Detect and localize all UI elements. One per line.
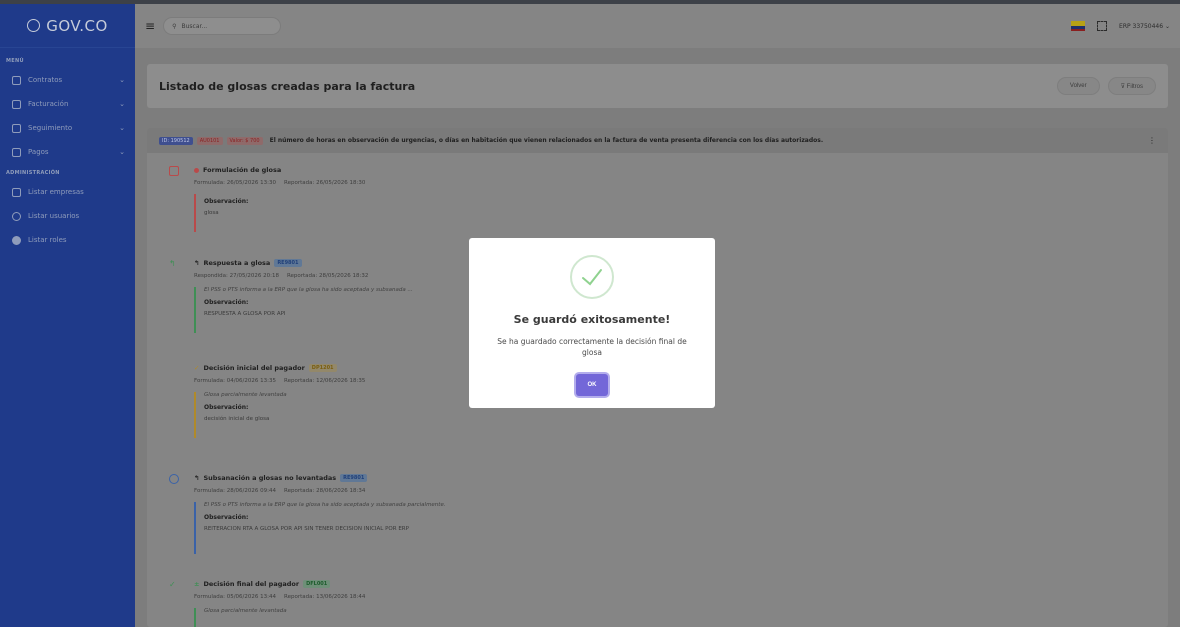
more-options-icon[interactable]: ⋮	[1148, 136, 1156, 145]
reply-icon: ↰	[194, 474, 200, 482]
chevron-down-icon: ⌄	[119, 148, 125, 156]
entry-badge: RE9801	[274, 259, 302, 267]
sidebar-item-label: Contratos	[28, 76, 63, 84]
observation-label: Observación:	[204, 514, 249, 521]
search-input[interactable]: ⚲ Buscar...	[163, 17, 282, 35]
observation-text: decisión inicial de glosa	[204, 416, 270, 422]
sidebar-item-listar-usuarios[interactable]: Listar usuarios	[0, 204, 135, 228]
formulated-date: Formulada: 05/06/2026 13:44	[194, 594, 277, 600]
building-icon	[12, 99, 21, 109]
sidebar-item-listar-roles[interactable]: Listar roles	[0, 228, 135, 252]
success-dialog: Se guardó exitosamente! Se ha guardado c…	[469, 238, 715, 408]
sidebar-item-facturacion[interactable]: Facturación ⌄	[0, 92, 135, 116]
sidebar-item-label: Listar empresas	[28, 188, 84, 196]
reported-date: Reportada: 28/06/2026 18:34	[284, 488, 366, 494]
sidebar-item-label: Listar usuarios	[28, 212, 80, 220]
reported-date: Reportada: 13/06/2026 18:44	[284, 594, 366, 600]
success-check-icon	[570, 255, 614, 299]
company-icon	[12, 187, 21, 197]
logo-text: GOV.CO	[46, 16, 108, 35]
responded-date: Respondida: 27/05/2026 20:18	[194, 273, 279, 279]
document-icon	[169, 166, 179, 176]
sidebar-item-pagos[interactable]: Pagos ⌄	[0, 140, 135, 164]
entry-badge: RE9801	[340, 474, 368, 482]
building-icon	[12, 147, 21, 157]
search-placeholder: Buscar...	[181, 22, 208, 30]
formulated-date: Formulada: 28/06/2026 09:44	[194, 488, 277, 494]
observation-label: Observación:	[204, 198, 249, 205]
entry-title: Decisión final del pagador	[203, 580, 300, 588]
decision-icon: ±	[194, 580, 200, 588]
sidebar-item-contratos[interactable]: Contratos ⌄	[0, 68, 135, 92]
sidebar-item-seguimiento[interactable]: Seguimiento ⌄	[0, 116, 135, 140]
observation-text: REITERACION RTA A GLOSA POR API SIN TENE…	[204, 526, 409, 532]
observation-block: Observación: glosa	[194, 194, 694, 232]
fullscreen-icon[interactable]	[1097, 21, 1108, 31]
sidebar-item-label: Listar roles	[28, 236, 67, 244]
entry-badge: DP1201	[308, 364, 337, 372]
reply-icon: ↰	[169, 259, 176, 268]
top-header: ≡ ⚲ Buscar... ERP 33750446 ⌄	[135, 4, 1180, 48]
entry-badge: DFL001	[303, 580, 331, 588]
check-circle-icon	[169, 474, 179, 484]
entry-title: Subsanación a glosas no levantadas	[203, 474, 337, 482]
menu-section-label: MENÚ	[6, 58, 24, 64]
building-icon	[12, 123, 21, 133]
chevron-down-icon: ⌄	[119, 76, 125, 84]
dialog-message: Se ha guardado correctamente la decisión…	[497, 337, 687, 358]
observation-block: El PSS o PTS informa a la ERP que la glo…	[194, 502, 694, 554]
observation-summary: El PSS o PTS informa a la ERP que la glo…	[204, 502, 446, 508]
sidebar-item-label: Pagos	[28, 148, 49, 156]
glosa-id-badge: ID: 190512	[159, 136, 193, 145]
filters-button[interactable]: ⊽ Filtros	[1107, 77, 1156, 95]
glosa-value-badge: Valor: $ 700	[226, 136, 263, 145]
decision-icon: ✓	[194, 364, 200, 372]
dialog-title: Se guardó exitosamente!	[513, 313, 671, 326]
sidebar-item-listar-empresas[interactable]: Listar empresas	[0, 180, 135, 204]
observation-text: glosa	[204, 210, 219, 216]
entry-title: Formulación de glosa	[203, 166, 282, 174]
ok-button[interactable]: OK	[576, 374, 608, 396]
back-button[interactable]: Volver	[1056, 77, 1100, 95]
formulated-date: Formulada: 04/06/2026 13:35	[194, 378, 277, 384]
roles-icon	[12, 235, 21, 245]
formulated-date: Formulada: 26/05/2026 13:30	[194, 180, 277, 186]
page-title-card: Listado de glosas creadas para la factur…	[147, 64, 1168, 108]
chevron-down-icon: ⌄	[119, 124, 125, 132]
observation-summary: Glosa parcialmente levantada	[204, 608, 287, 614]
reported-date: Reportada: 28/05/2026 18:32	[286, 273, 369, 279]
search-icon: ⚲	[172, 22, 177, 30]
admin-section-label: ADMINISTRACIÓN	[6, 170, 60, 176]
observation-block: Glosa parcialmente levantada	[194, 608, 694, 627]
glosa-code-badge: AU0101	[196, 136, 223, 145]
check-icon: ✓	[169, 580, 176, 589]
coat-of-arms-icon	[27, 19, 41, 32]
brand-logo[interactable]: GOV.CO	[0, 4, 135, 48]
page-title: Listado de glosas creadas para la factur…	[159, 79, 416, 93]
status-dot	[194, 167, 199, 173]
building-icon	[12, 75, 21, 85]
chevron-down-icon: ⌄	[119, 100, 125, 108]
user-menu[interactable]: ERP 33750446 ⌄	[1119, 23, 1170, 30]
entry-title: Respuesta a glosa	[203, 259, 271, 267]
reply-icon: ↰	[194, 259, 200, 267]
sidebar-item-label: Seguimiento	[28, 124, 73, 132]
sidebar: GOV.CO MENÚ Contratos ⌄ Facturación ⌄ Se…	[0, 4, 135, 627]
entry-title: Decisión inicial del pagador	[203, 364, 305, 372]
colombia-flag-icon[interactable]	[1071, 21, 1086, 31]
reported-date: Reportada: 12/06/2026 18:35	[284, 378, 366, 384]
glosa-header: ID: 190512 AU0101 Valor: $ 700 El número…	[147, 128, 1168, 153]
glosa-description: El número de horas en observación de urg…	[269, 137, 824, 144]
reported-date: Reportada: 26/05/2026 18:30	[284, 180, 366, 186]
menu-toggle-icon[interactable]: ≡	[145, 20, 155, 32]
user-icon	[12, 211, 21, 221]
sidebar-item-label: Facturación	[28, 100, 69, 108]
